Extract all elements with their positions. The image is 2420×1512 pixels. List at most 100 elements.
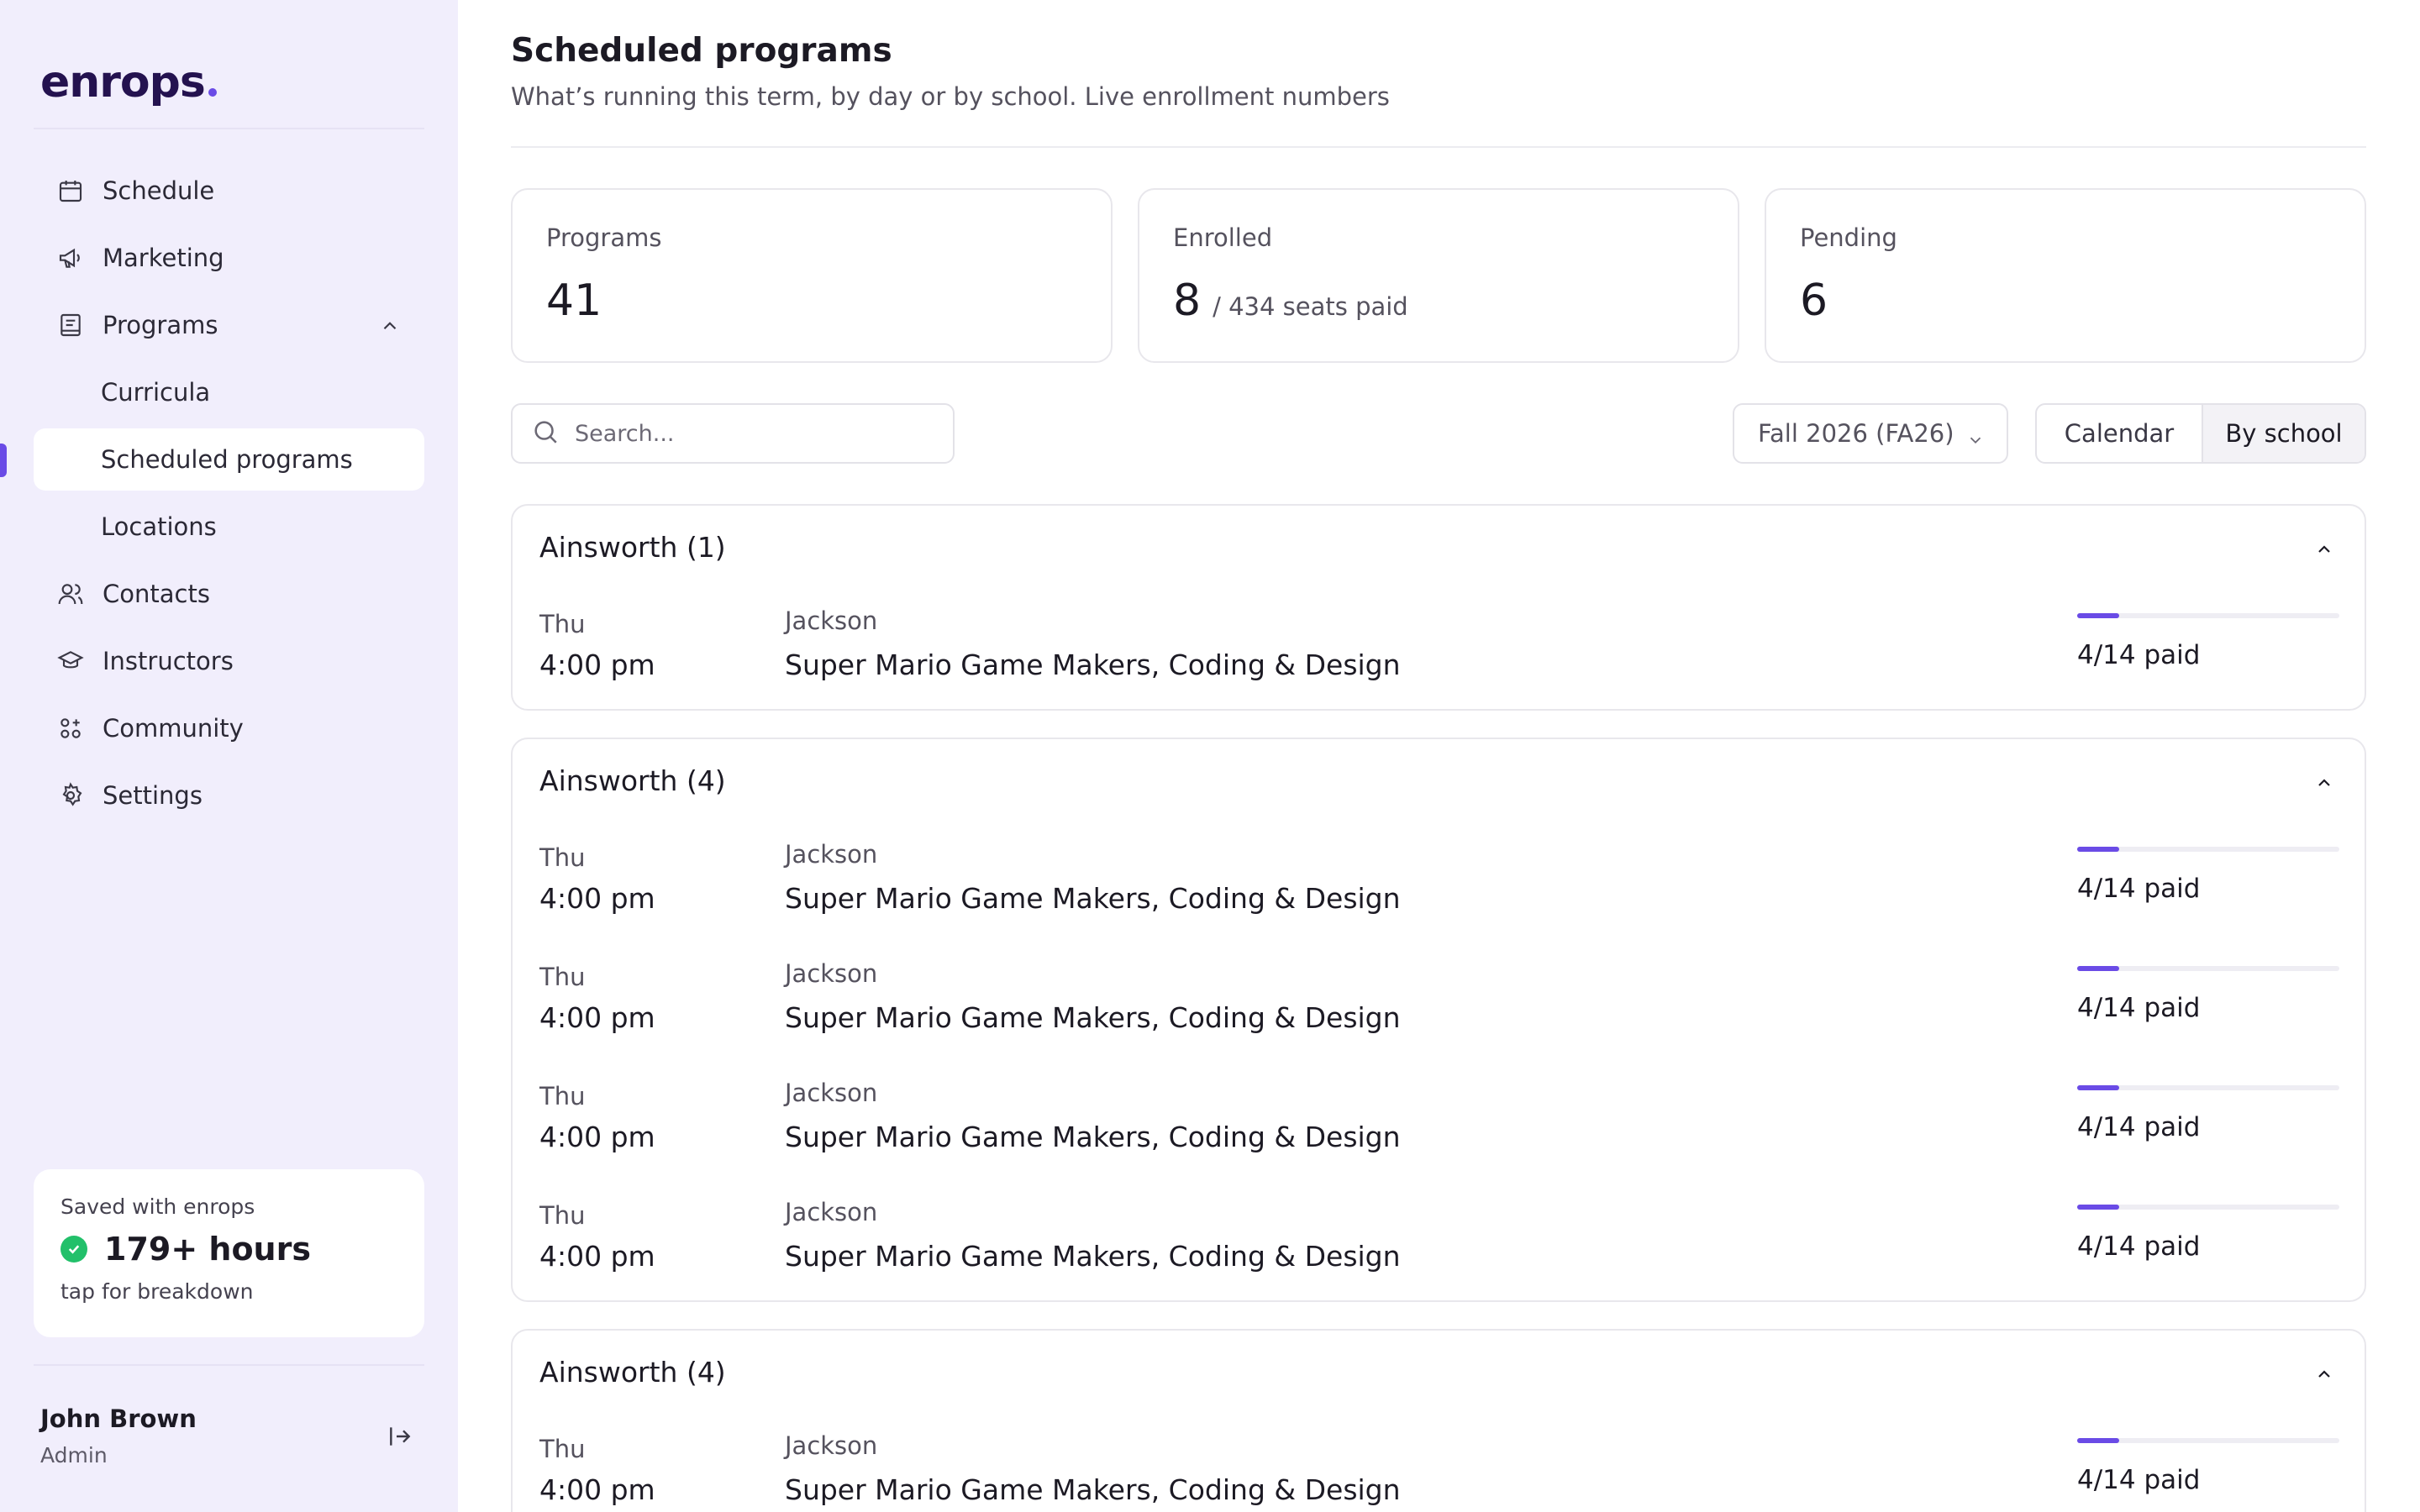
- saved-title: Saved with enrops: [60, 1194, 255, 1219]
- row-paid-count: 4/14 paid: [2077, 640, 2201, 670]
- row-paid-count: 4/14 paid: [2077, 1465, 2201, 1495]
- chevron-up-icon[interactable]: [379, 314, 401, 343]
- megaphone-icon: [55, 243, 86, 273]
- stat-card-pending: Pending 6: [1765, 188, 2366, 363]
- row-time: 4:00 pm: [539, 882, 655, 915]
- stat-value: 6: [1800, 276, 2331, 326]
- sidebar-item-scheduled-programs[interactable]: Scheduled programs: [0, 428, 424, 491]
- graduation-cap-icon: [55, 646, 86, 676]
- table-row[interactable]: Thu 4:00 pm Jackson Super Mario Game Mak…: [513, 958, 2365, 1058]
- chevron-up-icon[interactable]: [2314, 1364, 2334, 1388]
- row-day: Thu: [539, 843, 586, 872]
- paid-progress-fill: [2077, 613, 2119, 618]
- row-paid-count: 4/14 paid: [2077, 993, 2201, 1023]
- logo-dot: [208, 88, 217, 97]
- logo-text: enrops: [40, 57, 206, 108]
- sidebar-item-label: Curricula: [101, 378, 211, 407]
- sidebar: enrops Schedule Marketing Programs Curri…: [0, 0, 458, 1512]
- term-select-value: Fall 2026 (FA26): [1758, 419, 1954, 448]
- row-location: Jackson: [785, 1198, 878, 1226]
- row-program-name: Super Mario Game Makers, Coding & Design: [785, 1240, 1401, 1273]
- row-time: 4:00 pm: [539, 1240, 655, 1273]
- paid-progress-bar: [2077, 1205, 2339, 1210]
- sidebar-item-label: Schedule: [103, 176, 215, 205]
- row-day: Thu: [539, 963, 586, 991]
- active-indicator: [0, 444, 7, 477]
- sidebar-item-schedule[interactable]: Schedule: [34, 160, 424, 222]
- row-day: Thu: [539, 1201, 586, 1230]
- table-row[interactable]: Thu 4:00 pm Jackson Super Mario Game Mak…: [513, 1077, 2365, 1178]
- group-title[interactable]: Ainsworth (4): [539, 1356, 726, 1389]
- calendar-view-button[interactable]: Calendar: [2037, 405, 2202, 462]
- sidebar-item-community[interactable]: Community: [34, 697, 424, 759]
- sidebar-item-label: Contacts: [103, 580, 210, 608]
- row-time: 4:00 pm: [539, 1473, 655, 1506]
- sidebar-item-settings[interactable]: Settings: [34, 764, 424, 827]
- row-day: Thu: [539, 1435, 586, 1463]
- by-school-view-button[interactable]: By school: [2202, 405, 2365, 462]
- sidebar-item-marketing[interactable]: Marketing: [34, 227, 424, 289]
- saved-hours-card[interactable]: Saved with enrops 179+ hours tap for bre…: [34, 1169, 424, 1337]
- page-subtitle: What’s running this term, by day or by s…: [511, 82, 1390, 111]
- row-paid-count: 4/14 paid: [2077, 1231, 2201, 1262]
- row-paid-count: 4/14 paid: [2077, 874, 2201, 904]
- sidebar-item-label: Community: [103, 714, 244, 743]
- row-program-name: Super Mario Game Makers, Coding & Design: [785, 648, 1401, 681]
- paid-progress-bar: [2077, 1438, 2339, 1443]
- stat-card-enrolled: Enrolled 8 / 434 seats paid: [1138, 188, 1739, 363]
- sidebar-item-locations[interactable]: Locations: [34, 496, 424, 558]
- table-row[interactable]: Thu 4:00 pm Jackson Super Mario Game Mak…: [513, 838, 2365, 939]
- saved-breakdown-hint: tap for breakdown: [60, 1279, 254, 1304]
- paid-progress-fill: [2077, 1085, 2119, 1090]
- group-title[interactable]: Ainsworth (4): [539, 764, 726, 797]
- paid-progress-fill: [2077, 1205, 2119, 1210]
- group-title[interactable]: Ainsworth (1): [539, 531, 726, 564]
- sidebar-item-programs[interactable]: Programs: [34, 294, 424, 356]
- term-select[interactable]: Fall 2026 (FA26): [1733, 403, 2008, 464]
- row-program-name: Super Mario Game Makers, Coding & Design: [785, 1473, 1401, 1506]
- saved-hours-text: 179+ hours: [104, 1231, 311, 1268]
- search-box[interactable]: [511, 403, 955, 464]
- user-role: Admin: [40, 1443, 108, 1467]
- sidebar-item-label: Scheduled programs: [101, 445, 353, 474]
- sidebar-item-instructors[interactable]: Instructors: [34, 630, 424, 692]
- view-toggle: Calendar By school: [2035, 403, 2366, 464]
- sidebar-divider: [34, 128, 424, 129]
- sidebar-item-curricula[interactable]: Curricula: [34, 361, 424, 423]
- calendar-icon: [55, 176, 86, 206]
- stat-number: 41: [546, 276, 602, 326]
- saved-hours-value: 179+ hours: [60, 1231, 397, 1268]
- logo[interactable]: enrops: [40, 57, 217, 108]
- stat-label: Pending: [1800, 223, 1897, 252]
- sidebar-item-label: Marketing: [103, 244, 224, 272]
- row-location: Jackson: [785, 840, 878, 869]
- row-paid-count: 4/14 paid: [2077, 1112, 2201, 1142]
- search-icon: [531, 417, 560, 449]
- paid-progress-bar: [2077, 1085, 2339, 1090]
- row-day: Thu: [539, 610, 586, 638]
- row-day: Thu: [539, 1082, 586, 1110]
- sidebar-item-contacts[interactable]: Contacts: [34, 563, 424, 625]
- paid-progress-fill: [2077, 847, 2119, 852]
- row-program-name: Super Mario Game Makers, Coding & Design: [785, 1121, 1401, 1153]
- row-program-name: Super Mario Game Makers, Coding & Design: [785, 882, 1401, 915]
- stat-number: 8: [1173, 276, 1202, 326]
- chevron-up-icon[interactable]: [2314, 539, 2334, 563]
- row-time: 4:00 pm: [539, 648, 655, 681]
- table-row[interactable]: Thu 4:00 pm Jackson Super Mario Game Mak…: [513, 605, 2365, 706]
- paid-progress-fill: [2077, 966, 2119, 971]
- search-input[interactable]: [575, 420, 928, 447]
- user-name: John Brown: [40, 1404, 197, 1433]
- logout-icon[interactable]: [387, 1423, 413, 1450]
- stat-card-programs: Programs 41: [511, 188, 1113, 363]
- paid-progress-bar: [2077, 613, 2339, 618]
- chevron-up-icon[interactable]: [2314, 773, 2334, 796]
- paid-progress-bar: [2077, 847, 2339, 852]
- header-divider: [511, 146, 2366, 148]
- row-time: 4:00 pm: [539, 1001, 655, 1034]
- sidebar-item-label: Instructors: [103, 647, 234, 675]
- row-location: Jackson: [785, 959, 878, 988]
- table-row[interactable]: Thu 4:00 pm Jackson Super Mario Game Mak…: [513, 1430, 2365, 1512]
- table-row[interactable]: Thu 4:00 pm Jackson Super Mario Game Mak…: [513, 1196, 2365, 1297]
- community-icon: [55, 713, 86, 743]
